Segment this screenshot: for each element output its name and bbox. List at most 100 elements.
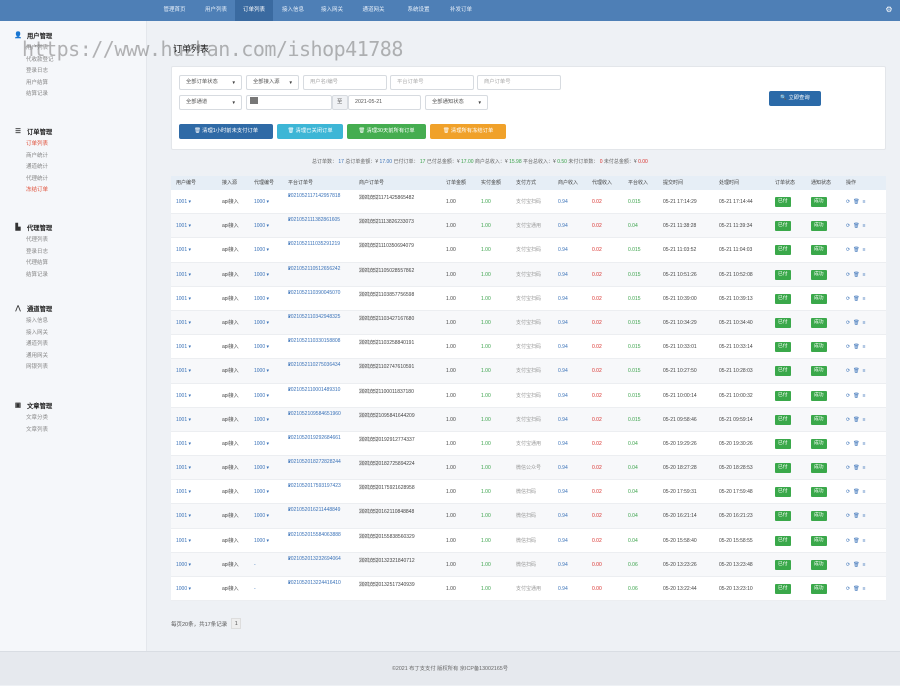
- user-id-dropdown[interactable]: 1001 ▾: [176, 238, 191, 262]
- sidebar-section-title[interactable]: ☰ 订单管理: [14, 127, 52, 136]
- sidebar-item[interactable]: 商户统计: [26, 151, 48, 159]
- agent-id-dropdown[interactable]: -: [254, 577, 256, 601]
- page-button[interactable]: 1: [231, 618, 242, 629]
- sidebar-section-title[interactable]: ▣ 文章管理: [14, 401, 52, 410]
- sidebar-item[interactable]: 结算记录: [26, 270, 48, 278]
- delete-icon[interactable]: 🗑: [853, 199, 860, 205]
- detail-icon[interactable]: ≡: [863, 223, 867, 229]
- sidebar-item[interactable]: 接入网关: [26, 328, 48, 336]
- nav-item[interactable]: 补发订单: [441, 0, 481, 21]
- notify-status-badge[interactable]: 成功: [811, 197, 827, 207]
- user-id-dropdown[interactable]: 1001 ▾: [176, 480, 191, 504]
- refresh-icon[interactable]: ⟳: [846, 586, 851, 592]
- refresh-icon[interactable]: ⟳: [846, 272, 851, 278]
- sidebar-section-title[interactable]: ▙ 代理管理: [14, 223, 53, 232]
- detail-icon[interactable]: ≡: [863, 441, 867, 447]
- refresh-icon[interactable]: ⟳: [846, 489, 851, 495]
- refresh-icon[interactable]: ⟳: [846, 247, 851, 253]
- refresh-icon[interactable]: ⟳: [846, 368, 851, 374]
- notify-status-badge[interactable]: 成功: [811, 293, 827, 304]
- user-id-dropdown[interactable]: 1001 ▾: [176, 311, 191, 335]
- notify-status-badge[interactable]: 成功: [811, 221, 827, 232]
- delete-icon[interactable]: 🗑: [853, 247, 860, 253]
- sidebar-item[interactable]: 结算记录: [26, 89, 48, 97]
- notify-status-badge[interactable]: 成功: [811, 511, 827, 522]
- agent-id-dropdown[interactable]: 1000 ▾: [254, 432, 269, 456]
- order-status-select[interactable]: 全部订单状态 ▼: [179, 75, 242, 90]
- agent-id-dropdown[interactable]: 1000 ▾: [254, 335, 269, 359]
- platform-order-no-input[interactable]: 平台订单号: [390, 75, 474, 90]
- user-search-input[interactable]: 用户名/编号: [303, 75, 387, 90]
- notify-status-badge[interactable]: 成功: [811, 366, 827, 377]
- sidebar-item[interactable]: 代理统计: [26, 174, 48, 182]
- notify-status-badge[interactable]: 成功: [811, 559, 827, 570]
- sidebar-item[interactable]: 订单列表: [26, 139, 48, 147]
- agent-id-dropdown[interactable]: 1000 ▾: [254, 359, 269, 383]
- sidebar-item[interactable]: 通用网关: [26, 351, 48, 359]
- sidebar-item[interactable]: 通道统计: [26, 162, 48, 170]
- user-id-dropdown[interactable]: 1001 ▾: [176, 529, 191, 553]
- detail-icon[interactable]: ≡: [863, 513, 867, 519]
- user-id-dropdown[interactable]: 1001 ▾: [176, 287, 191, 311]
- detail-icon[interactable]: ≡: [863, 393, 867, 399]
- notify-status-badge[interactable]: 成功: [811, 584, 827, 594]
- agent-id-dropdown[interactable]: 1000 ▾: [254, 214, 269, 238]
- agent-id-dropdown[interactable]: 1000 ▾: [254, 408, 269, 432]
- date-to-input[interactable]: 2021-05-21: [348, 95, 421, 110]
- notify-status-badge[interactable]: 成功: [811, 438, 827, 449]
- user-id-dropdown[interactable]: 1001 ▾: [176, 432, 191, 456]
- sidebar-item[interactable]: 登录日志: [26, 66, 48, 74]
- delete-icon[interactable]: 🗑: [853, 538, 860, 544]
- refresh-icon[interactable]: ⟳: [846, 562, 851, 568]
- nav-item[interactable]: 接入信息: [273, 0, 313, 21]
- date-from-input[interactable]: [246, 95, 332, 110]
- delete-icon[interactable]: 🗑: [853, 513, 860, 519]
- user-id-dropdown[interactable]: 1001 ▾: [176, 504, 191, 528]
- notify-status-badge[interactable]: 成功: [811, 535, 827, 546]
- detail-icon[interactable]: ≡: [863, 296, 867, 302]
- cleanup-button[interactable]: 🗑 清理1小时前未支付订单: [179, 124, 273, 139]
- notify-status-badge[interactable]: 成功: [811, 342, 827, 353]
- agent-id-dropdown[interactable]: 1000 ▾: [254, 190, 269, 214]
- delete-icon[interactable]: 🗑: [853, 465, 860, 471]
- detail-icon[interactable]: ≡: [863, 538, 867, 544]
- sidebar-item[interactable]: 代理结算: [26, 258, 48, 266]
- agent-id-dropdown[interactable]: 1000 ▾: [254, 384, 269, 408]
- refresh-icon[interactable]: ⟳: [846, 538, 851, 544]
- user-id-dropdown[interactable]: 1001 ▾: [176, 335, 191, 359]
- query-button[interactable]: 🔍 立即查询: [769, 91, 821, 106]
- detail-icon[interactable]: ≡: [863, 417, 867, 423]
- refresh-icon[interactable]: ⟳: [846, 465, 851, 471]
- channel-select[interactable]: 全部通道 ▼: [179, 95, 242, 110]
- detail-icon[interactable]: ≡: [863, 344, 867, 350]
- nav-item[interactable]: 订单列表: [235, 0, 273, 21]
- notify-status-badge[interactable]: 成功: [811, 414, 827, 425]
- user-id-dropdown[interactable]: 1001 ▾: [176, 408, 191, 432]
- agent-id-dropdown[interactable]: 1000 ▾: [254, 480, 269, 504]
- delete-icon[interactable]: 🗑: [853, 393, 860, 399]
- agent-id-dropdown[interactable]: -: [254, 553, 256, 577]
- user-id-dropdown[interactable]: 1001 ▾: [176, 214, 191, 238]
- delete-icon[interactable]: 🗑: [853, 489, 860, 495]
- detail-icon[interactable]: ≡: [863, 247, 867, 253]
- sidebar-item[interactable]: 接入信息: [26, 316, 48, 324]
- agent-id-dropdown[interactable]: 1000 ▾: [254, 529, 269, 553]
- user-id-dropdown[interactable]: 1000 ▾: [176, 553, 191, 577]
- delete-icon[interactable]: 🗑: [853, 272, 860, 278]
- sidebar-item[interactable]: 代理列表: [26, 235, 48, 243]
- delete-icon[interactable]: 🗑: [853, 320, 860, 326]
- detail-icon[interactable]: ≡: [863, 320, 867, 326]
- agent-id-dropdown[interactable]: 1000 ▾: [254, 263, 269, 287]
- notify-status-badge[interactable]: 成功: [811, 390, 827, 401]
- delete-icon[interactable]: 🗑: [853, 562, 860, 568]
- user-id-dropdown[interactable]: 1001 ▾: [176, 359, 191, 383]
- refresh-icon[interactable]: ⟳: [846, 441, 851, 447]
- sidebar-item[interactable]: 文章分类: [26, 413, 48, 421]
- delete-icon[interactable]: 🗑: [853, 368, 860, 374]
- user-id-dropdown[interactable]: 1000 ▾: [176, 577, 191, 601]
- cleanup-button[interactable]: 🗑 清理已关闭订单: [277, 124, 343, 139]
- sidebar-item[interactable]: 用户结算: [26, 78, 48, 86]
- refresh-icon[interactable]: ⟳: [846, 296, 851, 302]
- merchant-order-no-input[interactable]: 商户订单号: [477, 75, 561, 90]
- refresh-icon[interactable]: ⟳: [846, 513, 851, 519]
